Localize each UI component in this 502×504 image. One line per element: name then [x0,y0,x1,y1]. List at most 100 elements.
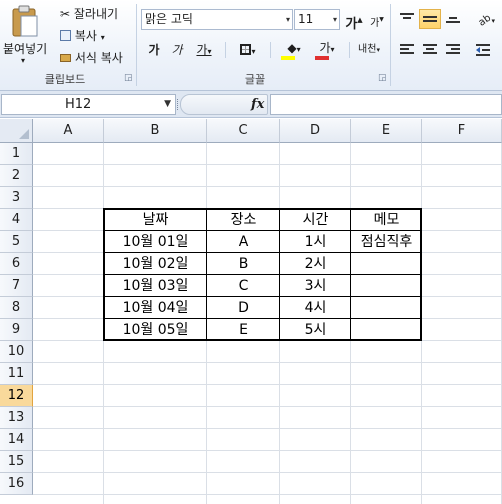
column-header-c[interactable]: C [207,119,280,143]
dialog-launcher-icon[interactable]: ◲ [124,73,133,83]
chevron-down-icon: ▾ [296,45,301,54]
shrink-font-button[interactable]: 가▼ [366,10,388,30]
row-header-4[interactable]: 4 [0,209,33,231]
borders-button[interactable]: ▾ [233,40,263,60]
phonetic-guide-button[interactable]: 내천▾ [354,40,384,60]
font-group-label: 글꼴 [244,73,266,86]
table-border-horizontal [103,274,422,275]
paste-button[interactable]: 붙여넣기 ▾ [0,2,48,66]
row-header-15[interactable]: 15 [0,451,33,473]
row-header-2[interactable]: 2 [0,165,33,187]
row-header-8[interactable]: 8 [0,297,33,319]
table-border-vertical [206,208,207,341]
column-header-e[interactable]: E [351,119,422,143]
copy-icon [60,30,71,41]
align-center-button[interactable] [419,40,441,60]
italic-button[interactable]: 가 [166,40,188,60]
chevron-down-icon: ▾ [330,45,335,54]
brush-icon [60,54,71,62]
toolbar-divider [349,42,350,58]
select-all-button[interactable] [0,119,33,143]
underline-button[interactable]: 가▾ [189,40,219,60]
name-box[interactable]: H12 ▼ [1,94,176,115]
group-divider [136,4,137,86]
row-header-5[interactable]: 5 [0,231,33,253]
border-grid-icon [240,44,252,55]
column-header-a[interactable]: A [33,119,104,143]
caret-down-icon: ▼ [379,16,384,23]
row-header-14[interactable]: 14 [0,429,33,451]
chevron-down-icon: ▾ [207,47,212,56]
row-header-11[interactable]: 11 [0,363,33,385]
scissors-icon: ✂ [60,7,71,21]
table-border-vertical [279,208,280,341]
column-header-f[interactable]: F [422,119,502,143]
underline-glyph: 가 [196,43,208,57]
font-size-select[interactable]: 11 ▾ [294,9,340,30]
dialog-launcher-icon[interactable]: ◲ [378,73,387,83]
format-painter-button[interactable]: 서식 복사 [60,49,123,67]
grow-font-button[interactable]: 가▲ [343,10,365,32]
caret-up-icon: ▲ [357,16,363,24]
row-header-1[interactable]: 1 [0,143,33,165]
decrease-indent-icon [476,44,490,56]
table-border-vertical [350,208,351,341]
cut-button[interactable]: ✂ 잘라내기 [60,5,118,23]
chevron-down-icon: ▾ [285,15,290,24]
phonetic-glyph: 내천 [358,44,377,55]
chevron-down-icon[interactable]: ▼ [164,99,171,109]
chevron-down-icon: ▾ [376,46,380,54]
row-header-13[interactable]: 13 [0,407,33,429]
align-right-icon [446,44,460,54]
format-painter-label: 서식 복사 [74,51,123,65]
bold-glyph: 가 [148,43,160,57]
table-border-horizontal [103,230,422,231]
align-bottom-button[interactable] [442,9,464,29]
align-top-icon [400,13,414,19]
worksheet-grid[interactable]: ABCDEF 1 2 3 4 5 6 7 8 9 10 11 12 13 14 15 16 날짜 장소 시간 메모 1… [0,119,502,504]
chevron-down-icon: ▾ [332,15,337,24]
font-name-value: 맑은 고딕 [145,12,193,26]
fill-color-swatch [281,56,295,60]
copy-label: 복사 [74,29,97,43]
row-header-7[interactable]: 7 [0,275,33,297]
align-left-button[interactable] [396,40,418,60]
chevron-down-icon: ▾ [21,56,26,65]
paste-label: 붙여넣기 [3,42,48,56]
cut-label: 잘라내기 [73,7,119,21]
font-color-swatch [315,56,329,60]
insert-function-button[interactable]: fx [251,97,264,112]
formula-input[interactable] [270,94,502,115]
row-header-12[interactable]: 12 [0,385,33,407]
insert-function-area: fx [180,94,268,115]
align-right-button[interactable] [442,40,464,60]
font-color-button[interactable]: 가▾ [312,38,342,60]
shrink-font-glyph: 가 [370,18,380,29]
italic-glyph: 가 [171,43,183,57]
decrease-indent-button[interactable] [472,40,494,60]
clipboard-group-label: 클립보드 [44,73,86,86]
row-header-16[interactable]: 16 [0,473,33,495]
row-header-10[interactable]: 10 [0,341,33,363]
column-header-b[interactable]: B [104,119,207,143]
row-header-6[interactable]: 6 [0,253,33,275]
align-left-icon [400,44,414,54]
align-top-button[interactable] [396,9,418,29]
align-middle-button[interactable] [419,9,441,29]
align-middle-icon [423,16,437,22]
copy-button[interactable]: 복사 ▾ [60,27,105,47]
font-size-value: 11 [298,12,314,26]
align-center-icon [423,44,437,54]
select-all-triangle-icon [19,129,29,139]
align-bottom-icon [446,17,460,23]
text-orientation-button[interactable]: ab▾ [472,9,502,29]
bold-button[interactable]: 가 [143,40,165,60]
column-header-d[interactable]: D [280,119,351,143]
row-header-9[interactable]: 9 [0,319,33,341]
table-border-horizontal [103,252,422,253]
chevron-down-icon: ▾ [100,33,105,42]
font-name-select[interactable]: 맑은 고딕 ▾ [141,9,293,30]
chevron-down-icon: ▾ [251,47,256,56]
fill-color-button[interactable]: ◆▾ [278,38,310,60]
row-header-3[interactable]: 3 [0,187,33,209]
